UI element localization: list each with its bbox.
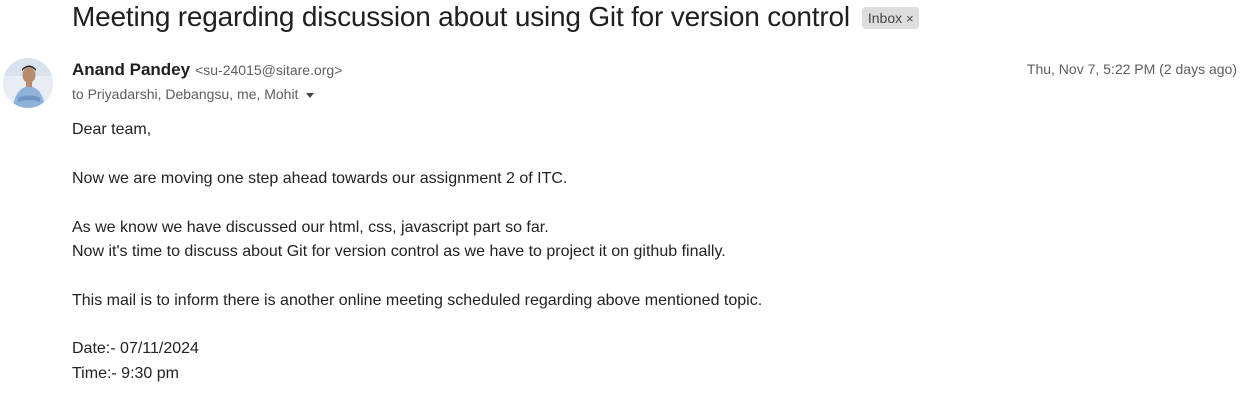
show-details-icon[interactable] [306,92,315,98]
sender-row: Anand Pandey <su-24015@sitare.org> [72,60,342,80]
sender-avatar[interactable] [3,58,53,108]
body-line: As we know we have discussed our html, c… [72,219,549,236]
email-timestamp: Thu, Nov 7, 5:22 PM (2 days ago) [1026,61,1237,77]
body-line: Now we are moving one step ahead towards… [72,170,568,187]
body-line: Now it's time to discuss about Git for v… [72,243,726,260]
email-subject: Meeting regarding discussion about using… [72,1,850,32]
recipients-list: to Priyadarshi, Debangsu, me, Mohit [72,86,299,102]
meeting-date: Date:- 07/11/2024 [72,340,199,357]
recipients-row: to Priyadarshi, Debangsu, me, Mohit [72,86,315,102]
sender-email: <su-24015@sitare.org> [195,62,343,78]
label-text: Inbox [867,10,903,26]
subject-row: Meeting regarding discussion about using… [72,0,919,34]
inbox-label-chip[interactable]: Inbox × [861,7,919,29]
greeting-text: Dear team, [72,121,152,138]
person-photo-icon [3,58,53,108]
sender-name[interactable]: Anand Pandey [72,60,190,80]
remove-label-icon[interactable]: × [906,11,914,26]
body-line: This mail is to inform there is another … [72,292,763,309]
email-view: Meeting regarding discussion about using… [0,0,1250,401]
meeting-time: Time:- 9:30 pm [72,365,179,382]
